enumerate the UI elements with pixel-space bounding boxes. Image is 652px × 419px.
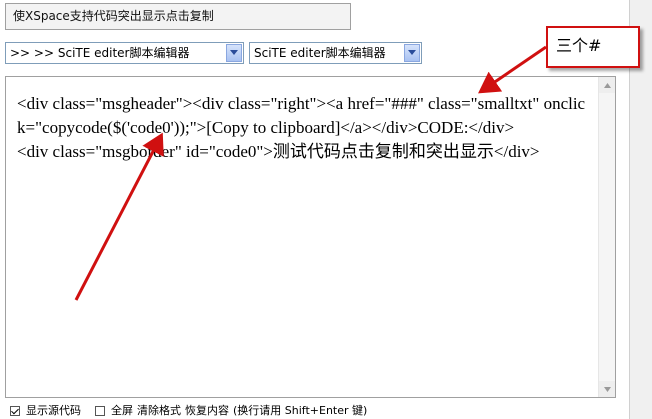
code-content[interactable]: <div class="msgheader"><div class="right… (17, 92, 592, 164)
chevron-down-icon[interactable] (226, 44, 242, 62)
clear-format-link[interactable]: 清除格式 (137, 403, 181, 419)
template-select-2-value: SciTE editer脚本编辑器 (254, 46, 386, 60)
scroll-down-icon[interactable] (599, 381, 615, 397)
fullscreen-label[interactable]: 全屏 (111, 403, 133, 419)
checkbox-icon[interactable] (10, 406, 20, 416)
scroll-up-icon[interactable] (599, 77, 615, 93)
newline-hint: (换行请用 Shift+Enter 键) (233, 404, 368, 417)
title-input[interactable]: 使XSpace支持代码突出显示点击复制 (5, 3, 351, 30)
template-select-1[interactable]: >> >> SciTE editer脚本编辑器 (5, 42, 244, 64)
code-editor[interactable]: <div class="msgheader"><div class="right… (5, 76, 616, 398)
show-source-label[interactable]: 显示源代码 (26, 403, 81, 419)
restore-content-link[interactable]: 恢复内容 (185, 403, 229, 419)
template-select-2[interactable]: SciTE editer脚本编辑器 (249, 42, 422, 64)
template-select-1-value: >> >> SciTE editer脚本编辑器 (10, 46, 190, 60)
code-line: <div class="msgborder" id="code0">测试代码点击… (17, 142, 540, 161)
checkbox-icon[interactable] (95, 406, 105, 416)
annotation-callout: 三个# (546, 26, 640, 68)
code-line: <div class="msgheader"><div class="right… (17, 94, 586, 137)
vertical-scrollbar[interactable] (598, 77, 615, 397)
chevron-down-icon[interactable] (404, 44, 420, 62)
editor-options-bar: 显示源代码 全屏 清除格式 恢复内容 (换行请用 Shift+Enter 键) (10, 403, 367, 419)
